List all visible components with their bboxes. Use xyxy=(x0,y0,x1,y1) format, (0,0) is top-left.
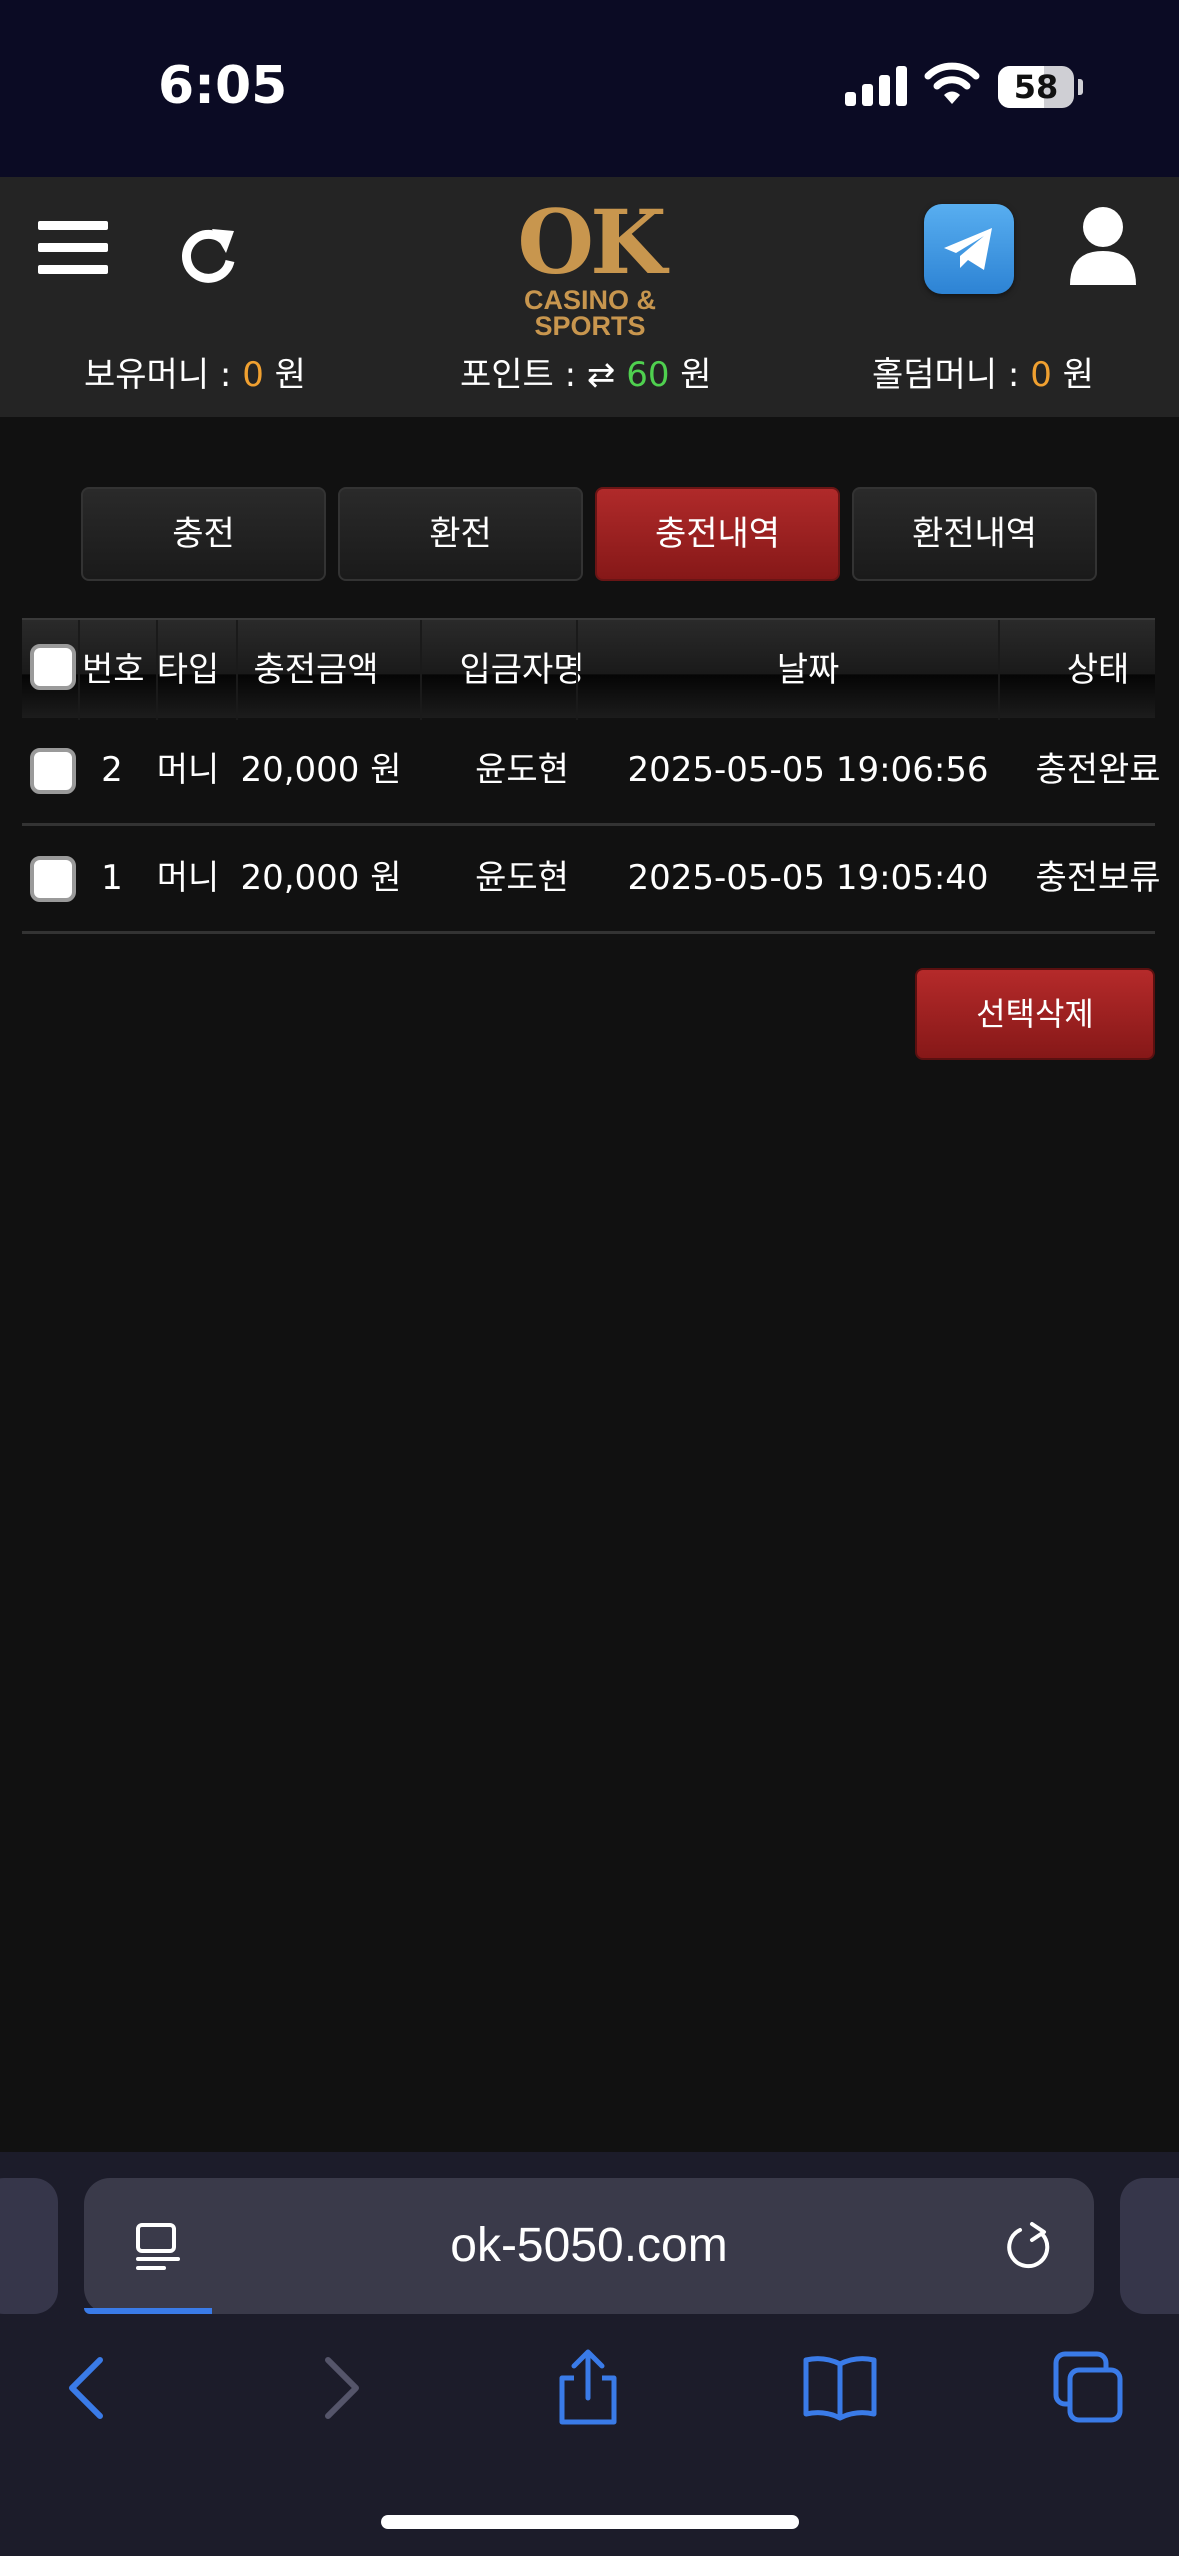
col-type: 타입 xyxy=(156,650,220,690)
select-all-checkbox[interactable] xyxy=(30,644,76,690)
holdem-money-unit: 원 xyxy=(1051,355,1094,395)
battery-icon: 58 xyxy=(998,66,1083,108)
holding-money: 보유머니 : 0 원 xyxy=(84,347,306,396)
row-date: 2025-05-05 19:06:56 xyxy=(627,750,989,790)
points-unit: 원 xyxy=(669,355,712,395)
home-indicator xyxy=(381,2515,799,2529)
holdem-money-value: 0 xyxy=(1030,355,1052,395)
telegram-button[interactable] xyxy=(924,204,1014,294)
row-status: 충전완료 xyxy=(1035,750,1161,790)
refresh-icon[interactable] xyxy=(176,221,240,285)
battery-level: 58 xyxy=(1013,68,1059,106)
balance-bar: 보유머니 : 0 원 포인트 : ⇄ 60 원 홀덤머니 : 0 원 xyxy=(0,347,1179,397)
site-header: OK CASINO & SPORTS 보유머니 : 0 원 포인트 : ⇄ 60… xyxy=(0,177,1179,417)
holdem-money: 홀덤머니 : 0 원 xyxy=(872,347,1094,396)
site-logo[interactable]: OK CASINO & SPORTS xyxy=(470,190,710,340)
holding-money-value: 0 xyxy=(242,355,264,395)
tabs-icon[interactable] xyxy=(1048,2348,1128,2428)
logo-text: OK xyxy=(517,190,666,294)
delete-selected-button[interactable]: 선택삭제 xyxy=(915,968,1155,1060)
back-icon[interactable] xyxy=(48,2348,128,2428)
row-number: 2 xyxy=(101,750,123,790)
row-amount: 20,000 원 xyxy=(240,858,402,898)
col-amount: 충전금액 xyxy=(253,650,379,690)
holding-money-label: 보유머니 : xyxy=(84,355,243,395)
row-type: 머니 xyxy=(156,858,220,898)
table-row: 1 머니 20,000 원 윤도현 2025-05-05 19:05:40 충전… xyxy=(22,826,1161,934)
holdem-money-label: 홀덤머니 : xyxy=(872,355,1031,395)
forward-icon[interactable] xyxy=(300,2348,380,2428)
row-number: 1 xyxy=(101,858,123,898)
col-status: 상태 xyxy=(1066,650,1130,690)
previous-tab-preview[interactable] xyxy=(0,2178,58,2314)
row-date: 2025-05-05 19:05:40 xyxy=(627,858,989,898)
logo-subtitle: CASINO & SPORTS xyxy=(523,285,656,341)
row-status: 충전보류 xyxy=(1035,858,1161,898)
wifi-icon xyxy=(924,62,980,104)
status-bar: 6:05 58 xyxy=(0,0,1179,177)
address-bar[interactable]: ok-5050.com xyxy=(84,2178,1094,2314)
status-time: 6:05 xyxy=(158,56,288,116)
tab-charge[interactable]: 충전 xyxy=(81,487,326,581)
tab-charge-history[interactable]: 충전내역 xyxy=(595,487,840,581)
row-amount: 20,000 원 xyxy=(240,750,402,790)
page-load-progress xyxy=(84,2308,212,2314)
row-checkbox[interactable] xyxy=(30,856,76,902)
col-date: 날짜 xyxy=(776,650,840,690)
row-checkbox[interactable] xyxy=(30,748,76,794)
table-row: 2 머니 20,000 원 윤도현 2025-05-05 19:06:56 충전… xyxy=(22,718,1161,826)
tab-exchange[interactable]: 환전 xyxy=(338,487,583,581)
browser-toolbar: ok-5050.com xyxy=(0,2152,1179,2556)
bookmarks-icon[interactable] xyxy=(800,2348,880,2428)
cellular-signal-icon xyxy=(845,64,907,106)
table-header: 번호 타입 충전금액 입금자명 날짜 상태 xyxy=(22,618,1155,720)
row-type: 머니 xyxy=(156,750,220,790)
user-icon[interactable] xyxy=(1068,205,1138,287)
col-number: 번호 xyxy=(82,650,145,690)
url-text: ok-5050.com xyxy=(450,2219,728,2272)
holding-money-unit: 원 xyxy=(263,355,306,395)
share-icon[interactable] xyxy=(548,2348,628,2428)
reload-icon[interactable] xyxy=(1002,2220,1054,2272)
hamburger-menu-icon[interactable] xyxy=(38,217,110,277)
telegram-icon xyxy=(944,228,992,270)
next-tab-preview[interactable] xyxy=(1120,2178,1179,2314)
points-value: 60 xyxy=(626,355,670,395)
points-label: 포인트 : xyxy=(460,355,587,395)
points: 포인트 : ⇄ 60 원 xyxy=(460,347,712,396)
tab-exchange-history[interactable]: 환전내역 xyxy=(852,487,1097,581)
exchange-arrows-icon[interactable]: ⇄ xyxy=(587,355,616,395)
